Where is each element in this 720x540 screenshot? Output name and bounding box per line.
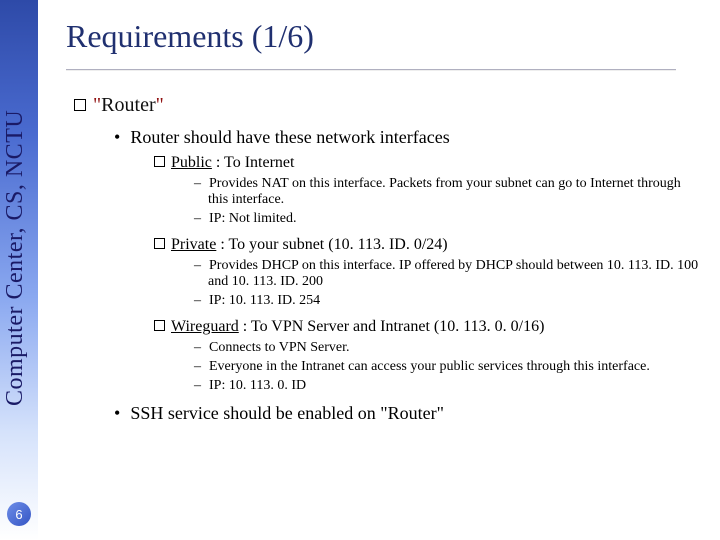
wireguard-label: Wireguard — [171, 318, 239, 335]
checkbox-icon — [154, 156, 165, 167]
interfaces-intro: Router should have these network interfa… — [114, 127, 702, 148]
wireguard-desc: : To VPN Server and Intranet (10. 113. 0… — [239, 318, 545, 335]
public-detail-1: Provides NAT on this interface. Packets … — [194, 176, 702, 208]
quote-open: " — [93, 94, 101, 116]
router-heading: "Router" — [74, 94, 702, 117]
quote-close: " — [156, 94, 164, 116]
public-heading: Public : To Internet — [154, 154, 702, 172]
public-desc: : To Internet — [212, 154, 295, 171]
private-detail-1: Provides DHCP on this interface. IP offe… — [194, 258, 702, 290]
slide: Computer Center, CS, NCTU 6 Requirements… — [0, 0, 720, 540]
checkbox-icon — [154, 320, 165, 331]
private-detail-2: IP: 10. 113. ID. 254 — [194, 293, 702, 309]
ssh-note: SSH service should be enabled on "Router… — [114, 403, 702, 424]
wireguard-detail-2: Everyone in the Intranet can access your… — [194, 359, 702, 375]
router-word: Router — [101, 94, 155, 116]
public-detail-2: IP: Not limited. — [194, 211, 702, 227]
square-bullet-icon — [74, 99, 86, 111]
sidebar-label: Computer Center, CS, NCTU — [2, 6, 36, 406]
content: Requirements (1/6) "Router" Router shoul… — [66, 18, 702, 430]
wireguard-detail-3: IP: 10. 113. 0. ID — [194, 378, 702, 394]
private-heading: Private : To your subnet (10. 113. ID. 0… — [154, 236, 702, 254]
private-label: Private — [171, 236, 216, 253]
wireguard-heading: Wireguard : To VPN Server and Intranet (… — [154, 318, 702, 336]
private-desc: : To your subnet (10. 113. ID. 0/24) — [216, 236, 447, 253]
page-number-badge: 6 — [7, 502, 31, 526]
wireguard-detail-1: Connects to VPN Server. — [194, 340, 702, 356]
slide-title: Requirements (1/6) — [66, 18, 702, 55]
checkbox-icon — [154, 238, 165, 249]
public-label: Public — [171, 154, 212, 171]
title-divider — [66, 69, 676, 70]
